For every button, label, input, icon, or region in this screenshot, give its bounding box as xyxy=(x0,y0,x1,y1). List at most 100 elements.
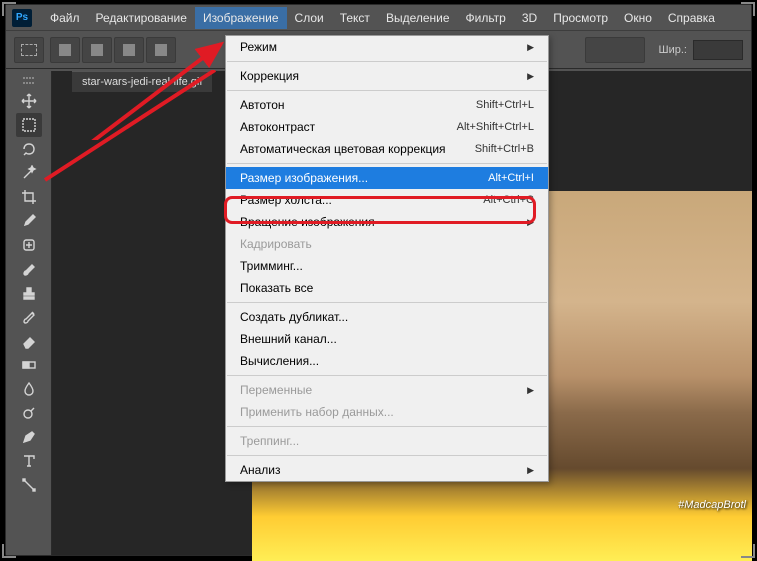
menu-item[interactable]: Внешний канал... xyxy=(226,328,548,350)
move-tool[interactable] xyxy=(16,89,42,113)
document-tab[interactable]: star-wars-jedi-real-life.gif xyxy=(72,71,212,92)
palette-grip-icon[interactable] xyxy=(23,77,35,85)
marquee-preset-button[interactable] xyxy=(14,37,44,63)
heal-tool[interactable] xyxy=(16,233,42,257)
menu-item-label: Размер изображения... xyxy=(240,171,368,185)
menu-item[interactable]: Анализ xyxy=(226,459,548,481)
marquee-tool[interactable] xyxy=(16,113,42,137)
menu-item-label: Вычисления... xyxy=(240,354,319,368)
brush-icon xyxy=(21,261,37,277)
brush-tool[interactable] xyxy=(16,257,42,281)
menu-separator xyxy=(227,426,547,427)
menu-item[interactable]: Размер холста... Alt+Ctrl+C xyxy=(226,189,548,211)
history-brush-tool[interactable] xyxy=(16,305,42,329)
menu-item-shortcut: Alt+Ctrl+C xyxy=(483,194,534,206)
menu-item[interactable]: Создать дубликат... xyxy=(226,306,548,328)
menu-item-label: Применить набор данных... xyxy=(240,405,394,419)
gradient-tool[interactable] xyxy=(16,353,42,377)
menu-файл[interactable]: Файл xyxy=(42,7,88,29)
gradient-icon xyxy=(21,357,37,373)
menu-item: Кадрировать xyxy=(226,233,548,255)
menu-редактирование[interactable]: Редактирование xyxy=(88,7,195,29)
menu-просмотр[interactable]: Просмотр xyxy=(545,7,616,29)
menu-item[interactable]: Режим xyxy=(226,36,548,58)
menu-item[interactable]: Показать все xyxy=(226,277,548,299)
menu-item-label: Вращение изображения xyxy=(240,215,375,229)
menu-item-label: Переменные xyxy=(240,383,312,397)
menu-item-shortcut: Shift+Ctrl+L xyxy=(476,99,534,111)
menu-item-label: Анализ xyxy=(240,463,281,477)
menu-item: Применить набор данных... xyxy=(226,401,548,423)
menu-item[interactable]: АвтотонShift+Ctrl+L xyxy=(226,94,548,116)
menu-item-label: Режим xyxy=(240,40,277,54)
lasso-tool[interactable] xyxy=(16,137,42,161)
menu-item[interactable]: Вычисления... xyxy=(226,350,548,372)
menu-item[interactable]: Размер изображения...Alt+Ctrl+I xyxy=(226,167,548,189)
eraser-tool[interactable] xyxy=(16,329,42,353)
menu-item[interactable]: Автоконтраст Alt+Shift+Ctrl+L xyxy=(226,116,548,138)
selection-intersect-button[interactable] xyxy=(146,37,176,63)
style-dropdown[interactable] xyxy=(585,37,645,63)
menu-item[interactable]: Тримминг... xyxy=(226,255,548,277)
crop-tool[interactable] xyxy=(16,185,42,209)
pen-tool[interactable] xyxy=(16,425,42,449)
menu-фильтр[interactable]: Фильтр xyxy=(458,7,514,29)
selection-new-button[interactable] xyxy=(50,37,80,63)
menu-item-label: Треппинг... xyxy=(240,434,299,448)
eraser-icon xyxy=(21,333,37,349)
menu-item-label: Создать дубликат... xyxy=(240,310,348,324)
menu-слои[interactable]: Слои xyxy=(287,7,332,29)
menu-item[interactable]: Вращение изображения xyxy=(226,211,548,233)
path-icon xyxy=(21,477,37,493)
menu-item-label: Коррекция xyxy=(240,69,299,83)
menu-item[interactable]: Автоматическая цветовая коррекция Shift+C… xyxy=(226,138,548,160)
menu-separator xyxy=(227,375,547,376)
frame-corner-icon xyxy=(2,2,16,16)
menu-item-label: Тримминг... xyxy=(240,259,303,273)
selection-add-button[interactable] xyxy=(82,37,112,63)
watermark-text: #MadcapBrotl xyxy=(678,499,746,511)
width-input[interactable] xyxy=(693,40,743,60)
move-icon xyxy=(21,93,37,109)
menu-изображение[interactable]: Изображение xyxy=(195,7,287,29)
tool-palette xyxy=(6,71,52,555)
menu-item: Переменные xyxy=(226,379,548,401)
app-window: Ps ФайлРедактированиеИзображениеСлоиТекс… xyxy=(5,4,752,556)
blur-tool[interactable] xyxy=(16,377,42,401)
menu-3d[interactable]: 3D xyxy=(514,7,545,29)
menu-текст[interactable]: Текст xyxy=(332,7,378,29)
eyedropper-icon xyxy=(21,213,37,229)
width-label: Шир.: xyxy=(659,44,687,56)
menu-separator xyxy=(227,90,547,91)
menu-item-shortcut: Shift+Ctrl+B xyxy=(475,143,534,155)
frame-corner-icon xyxy=(741,544,755,558)
frame-corner-icon xyxy=(741,2,755,16)
menu-item-label: Автоконтраст xyxy=(240,120,315,134)
menu-item-shortcut: Alt+Shift+Ctrl+L xyxy=(457,121,534,133)
menu-separator xyxy=(227,163,547,164)
heal-icon xyxy=(21,237,37,253)
wand-tool[interactable] xyxy=(16,161,42,185)
menubar: Ps ФайлРедактированиеИзображениеСлоиТекс… xyxy=(6,5,751,31)
stamp-icon xyxy=(21,285,37,301)
crop-icon xyxy=(21,189,37,205)
menu-item: Треппинг... xyxy=(226,430,548,452)
menu-item-label: Размер холста... xyxy=(240,193,332,207)
frame-corner-icon xyxy=(2,544,16,558)
wand-icon xyxy=(21,165,37,181)
menu-separator xyxy=(227,455,547,456)
stamp-tool[interactable] xyxy=(16,281,42,305)
menu-выделение[interactable]: Выделение xyxy=(378,7,458,29)
menu-item-label: Кадрировать xyxy=(240,237,312,251)
dodge-tool[interactable] xyxy=(16,401,42,425)
menu-item[interactable]: Коррекция xyxy=(226,65,548,87)
history-icon xyxy=(21,309,37,325)
selection-subtract-button[interactable] xyxy=(114,37,144,63)
type-icon xyxy=(21,453,37,469)
menu-item-label: Автоматическая цветовая коррекция xyxy=(240,142,446,156)
type-tool[interactable] xyxy=(16,449,42,473)
eyedropper-tool[interactable] xyxy=(16,209,42,233)
path-select-tool[interactable] xyxy=(16,473,42,497)
menu-окно[interactable]: Окно xyxy=(616,7,660,29)
menu-справка[interactable]: Справка xyxy=(660,7,723,29)
